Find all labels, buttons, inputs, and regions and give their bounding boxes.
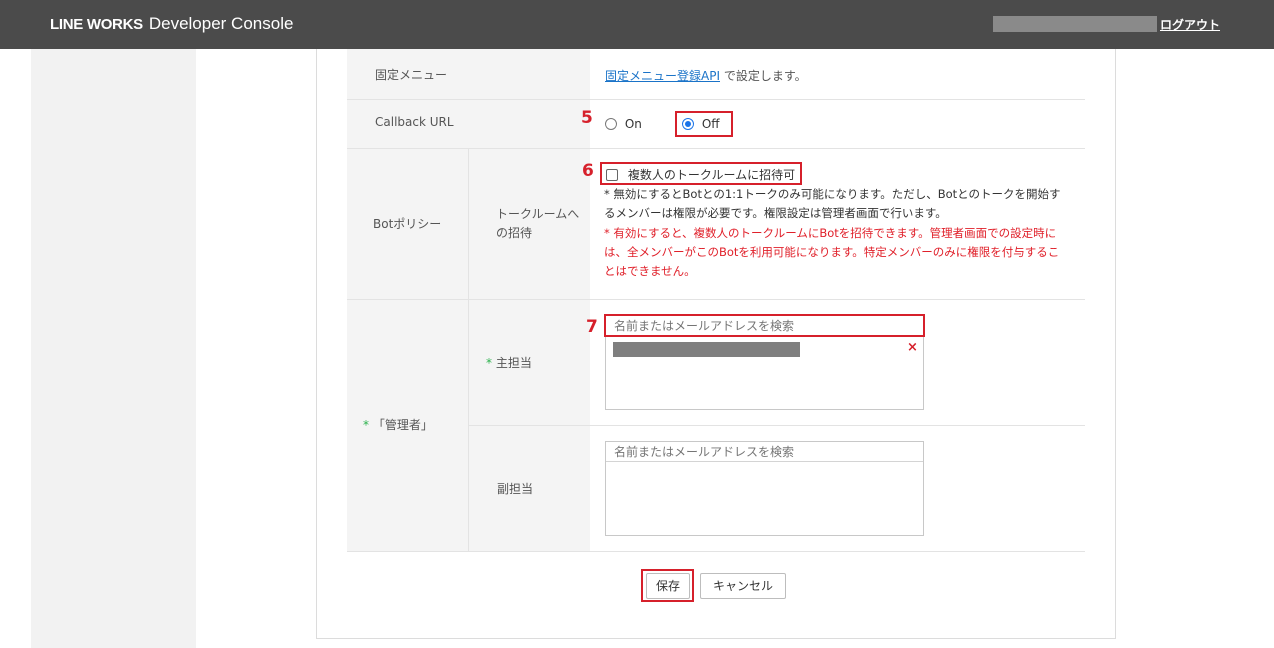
redacted-user-name xyxy=(993,16,1157,32)
annotation-marker-6: 6 xyxy=(582,161,594,181)
remove-member-icon[interactable]: × xyxy=(907,340,918,355)
required-mark: * xyxy=(486,356,492,370)
required-mark: * xyxy=(363,418,369,432)
primary-admin-label-text: 主担当 xyxy=(495,356,532,370)
talkroom-invite-label: トークルームへの招待 xyxy=(496,207,580,240)
radio-off-selected[interactable] xyxy=(682,118,694,130)
callback-off-option[interactable]: Off xyxy=(682,117,720,131)
column-divider xyxy=(468,149,469,551)
callback-url-label: Callback URL xyxy=(375,115,454,129)
multi-talkroom-checkbox-row[interactable]: 複数人のトークルームに招待可 xyxy=(606,166,795,183)
fixed-menu-label: 固定メニュー xyxy=(375,68,448,82)
callback-off-label: Off xyxy=(701,117,720,131)
logout-link[interactable]: ログアウト xyxy=(1160,16,1220,33)
top-header-bar: LINE WORKS Developer Console ログアウト xyxy=(0,0,1274,49)
annotation-marker-5: 5 xyxy=(581,108,593,128)
secondary-admin-label: 副担当 xyxy=(497,482,534,496)
callback-on-label: On xyxy=(624,117,642,131)
row-divider xyxy=(468,425,1085,426)
highlight-box xyxy=(604,314,925,337)
radio-on[interactable] xyxy=(605,118,617,130)
bot-policy-label: Botポリシー xyxy=(373,217,442,231)
bot-policy-warning: * 有効にすると、複数人のトークルームにBotを招待できます。管理者画面での設定… xyxy=(604,226,1060,278)
multi-talkroom-checkbox[interactable] xyxy=(606,169,618,181)
highlight-box xyxy=(641,569,694,602)
logo-brand: LINE WORKS xyxy=(50,16,143,33)
row-divider xyxy=(347,148,1085,149)
admin-label: * 「管理者」 xyxy=(363,416,433,433)
fixed-menu-value: 固定メニュー登録API で設定します。 xyxy=(605,67,807,84)
row-divider xyxy=(347,551,1085,552)
redacted-selected-member xyxy=(613,342,800,357)
secondary-admin-picker xyxy=(605,441,924,536)
row-divider xyxy=(347,299,1085,300)
row-divider xyxy=(347,99,1085,100)
left-sidebar xyxy=(31,49,196,648)
bot-policy-note: * 無効にするとBotとの1:1トークのみ可能になります。ただし、Botとのトー… xyxy=(604,187,1061,220)
fixed-menu-api-link[interactable]: 固定メニュー登録API xyxy=(605,69,720,83)
callback-on-option[interactable]: On xyxy=(605,117,642,131)
admin-label-text: 「管理者」 xyxy=(372,418,433,432)
secondary-admin-search-input[interactable] xyxy=(606,442,923,462)
annotation-marker-7: 7 xyxy=(586,317,598,337)
fixed-menu-text: で設定します。 xyxy=(720,69,807,83)
app-logo[interactable]: LINE WORKS Developer Console xyxy=(50,14,293,34)
multi-talkroom-checkbox-label: 複数人のトークルームに招待可 xyxy=(627,168,796,182)
primary-admin-label: * 主担当 xyxy=(486,354,532,371)
logo-title: Developer Console xyxy=(148,14,294,33)
cancel-button[interactable]: キャンセル xyxy=(700,573,786,599)
